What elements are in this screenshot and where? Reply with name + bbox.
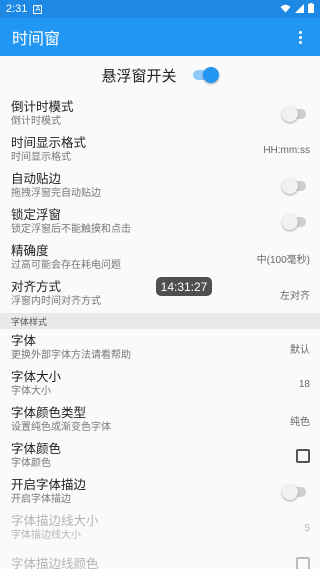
app-bar: 时间窗 [0, 18, 320, 56]
font-color-type-value: 纯色 [290, 416, 310, 428]
setting-subtitle: 过高可能会存在耗电问题 [11, 260, 121, 271]
setting-font-size[interactable]: 字体大小 字体大小 18 [0, 366, 320, 402]
font-value: 默认 [290, 344, 310, 356]
notification-icon: A [33, 4, 43, 14]
setting-time-format[interactable]: 时间显示格式 时间显示格式 HH:mm:ss [0, 132, 320, 168]
wifi-icon [280, 4, 291, 15]
setting-auto-snap[interactable]: 自动贴边 拖拽浮窗完自动贴边 [0, 168, 320, 204]
setting-title: 对齐方式 [11, 280, 62, 294]
setting-title: 倒计时模式 [11, 100, 74, 114]
countdown-mode-switch[interactable] [280, 106, 310, 122]
stroke-size-value: 5 [304, 522, 310, 534]
alignment-value: 左对齐 [280, 290, 310, 302]
setting-title: 时间显示格式 [11, 136, 87, 150]
setting-stroke-color[interactable]: 字体描边线颜色 [0, 546, 320, 569]
font-stroke-switch[interactable] [280, 484, 310, 500]
more-options-icon[interactable] [292, 25, 308, 49]
time-format-value: HH:mm:ss [263, 144, 310, 156]
setting-font-color[interactable]: 字体颜色 字体颜色 [0, 438, 320, 474]
app-title: 时间窗 [12, 31, 61, 48]
setting-title: 字体描边线颜色 [11, 556, 99, 569]
setting-title: 开启字体描边 [11, 478, 87, 492]
setting-title: 锁定浮窗 [11, 208, 62, 222]
setting-title: 字体颜色 [11, 442, 62, 456]
setting-lock-window[interactable]: 锁定浮窗 锁定浮窗后不能触摸和点击 [0, 204, 320, 240]
setting-font-color-type[interactable]: 字体颜色类型 设置纯色或渐变色字体 纯色 [0, 402, 320, 438]
setting-subtitle: 浮窗内时间对齐方式 [11, 296, 101, 307]
setting-subtitle: 拖拽浮窗完自动贴边 [11, 188, 101, 199]
font-size-value: 18 [298, 378, 310, 390]
stroke-color-swatch[interactable] [296, 557, 310, 569]
lock-window-switch[interactable] [280, 214, 310, 230]
floating-window-label: 悬浮窗开关 [101, 67, 177, 85]
floating-window-switch[interactable] [189, 67, 219, 83]
signal-icon [295, 3, 304, 15]
setting-font-stroke[interactable]: 开启字体描边 开启字体描边 [0, 474, 320, 510]
font-style-section-header: 字体样式 [0, 313, 320, 329]
setting-title: 自动贴边 [11, 172, 62, 186]
precision-value: 中(100毫秒) [256, 254, 310, 266]
setting-title: 字体 [11, 334, 37, 348]
setting-subtitle: 时间显示格式 [11, 152, 71, 163]
floating-window-master-row[interactable]: 悬浮窗开关 [0, 56, 320, 94]
status-bar: 2:31 A [0, 0, 320, 18]
setting-title: 字体描边线大小 [11, 514, 99, 528]
setting-countdown-mode[interactable]: 倒计时模式 倒计时模式 [0, 96, 320, 132]
setting-subtitle: 倒计时模式 [11, 116, 61, 127]
font-color-swatch[interactable] [296, 449, 310, 463]
status-time: 2:31 [6, 3, 28, 15]
floating-clock-window[interactable]: 14:31:27 [156, 277, 212, 296]
setting-subtitle: 字体大小 [11, 386, 51, 397]
settings-list: 倒计时模式 倒计时模式 时间显示格式 时间显示格式 HH:mm:ss 自动贴边 … [0, 96, 320, 569]
setting-subtitle: 字体颜色 [11, 458, 51, 469]
setting-subtitle: 更换外部字体方法请看帮助 [11, 350, 131, 361]
setting-title: 字体大小 [11, 370, 62, 384]
setting-font[interactable]: 字体 更换外部字体方法请看帮助 默认 [0, 330, 320, 366]
setting-title: 字体颜色类型 [11, 406, 87, 420]
battery-icon [308, 3, 314, 15]
setting-subtitle: 字体描边线大小 [11, 530, 81, 541]
setting-precision[interactable]: 精确度 过高可能会存在耗电问题 中(100毫秒) [0, 240, 320, 276]
setting-subtitle: 开启字体描边 [11, 494, 71, 505]
setting-subtitle: 设置纯色或渐变色字体 [11, 422, 111, 433]
auto-snap-switch[interactable] [280, 178, 310, 194]
floating-clock-time: 14:31:27 [160, 279, 208, 294]
setting-stroke-size[interactable]: 字体描边线大小 字体描边线大小 5 [0, 510, 320, 546]
setting-title: 精确度 [11, 244, 49, 258]
setting-subtitle: 锁定浮窗后不能触摸和点击 [11, 224, 131, 235]
